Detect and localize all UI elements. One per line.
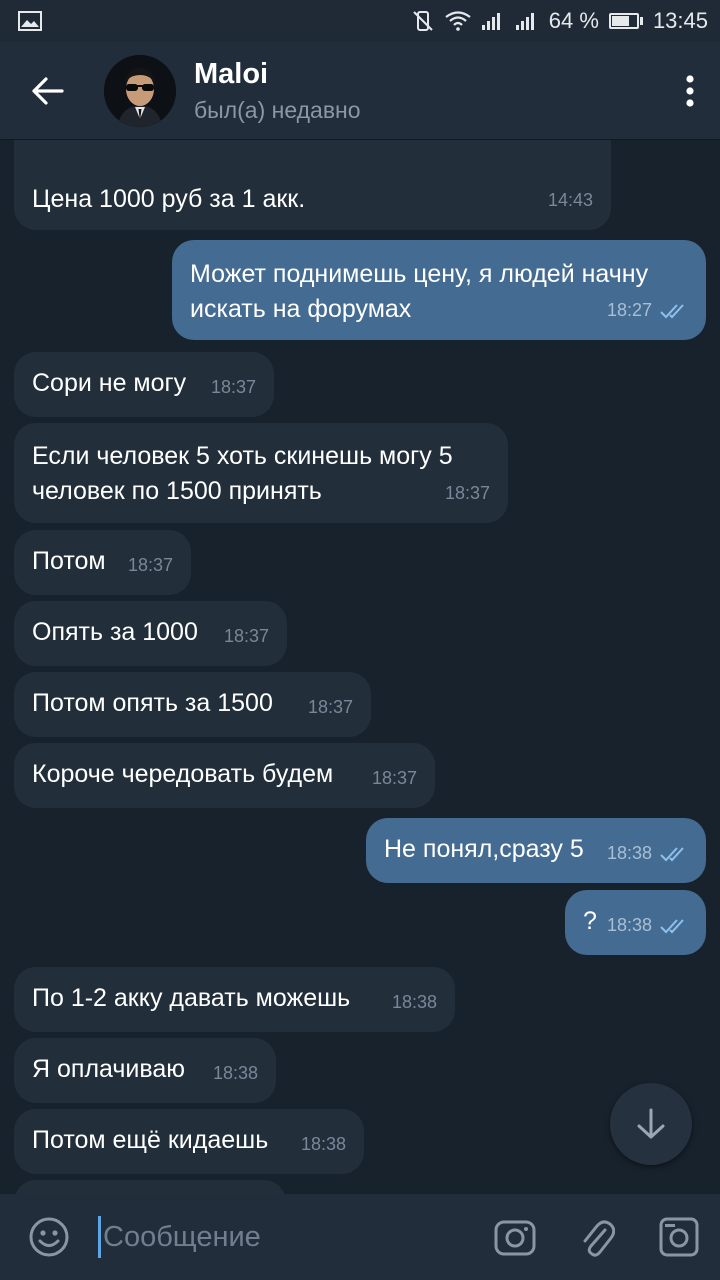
- message-bubble[interactable]: Потом 18:37: [14, 530, 191, 595]
- scroll-down-button[interactable]: [610, 1083, 692, 1165]
- message-time: 18:37: [210, 377, 256, 397]
- message-time: 18:37: [371, 768, 417, 788]
- chat-status: был(а) недавно: [194, 96, 361, 123]
- message-text: Если человек 5 хоть скинешь могу 5 челов…: [32, 442, 453, 505]
- instant-camera-button[interactable]: [638, 1217, 720, 1257]
- battery-percent: 64 %: [548, 8, 599, 33]
- clock: 13:45: [652, 8, 708, 33]
- image-icon: [18, 11, 42, 31]
- smile-icon: [29, 1217, 69, 1257]
- arrow-down-icon: [637, 1108, 665, 1139]
- message-text: Потом опять за 1500: [32, 689, 273, 717]
- more-menu-button[interactable]: [660, 42, 720, 140]
- message-bubble[interactable]: Потом опять за 1500 18:37: [14, 672, 371, 737]
- message-text: Цена 1000 руб за 1 акк.: [32, 185, 306, 213]
- message-time: 18:38: [391, 992, 437, 1012]
- text-caret: [98, 1216, 101, 1258]
- chat-title-block[interactable]: Maloi был(а) недавно: [194, 58, 660, 124]
- avatar[interactable]: [104, 54, 176, 127]
- more-vertical-icon: [686, 74, 694, 107]
- message-bubble[interactable]: [14, 1180, 286, 1194]
- paperclip-icon: [583, 1220, 615, 1257]
- camera-icon: [494, 1220, 536, 1256]
- message-bubble[interactable]: Потом ещё кидаешь 18:38: [14, 1109, 364, 1174]
- message-bubble[interactable]: Я оплачиваю 18:38: [14, 1038, 276, 1103]
- double-check-icon: [660, 303, 688, 319]
- back-button[interactable]: [0, 42, 96, 140]
- message-time: 18:38: [607, 908, 688, 943]
- double-check-icon: [660, 846, 688, 862]
- arrow-left-icon: [32, 76, 64, 105]
- message-list[interactable]: Цена 1000 руб за 1 акк. 14:43 Может подн…: [0, 140, 720, 1194]
- message-bubble[interactable]: Может поднимешь цену, я людей начну иска…: [172, 240, 706, 340]
- camera-button[interactable]: [474, 1217, 556, 1257]
- message-composer: [0, 1194, 720, 1280]
- emoji-button[interactable]: [0, 1216, 98, 1258]
- message-time: 18:38: [300, 1134, 346, 1154]
- message-time: 18:38: [607, 836, 688, 871]
- battery-icon: [608, 13, 643, 29]
- message-bubble[interactable]: ? 18:38: [565, 890, 706, 955]
- message-input-wrap[interactable]: [98, 1194, 474, 1280]
- signal-icon: [515, 11, 539, 31]
- attach-button[interactable]: [556, 1216, 638, 1258]
- vibrate-off-icon: [411, 9, 435, 33]
- message-time: 18:37: [307, 697, 353, 717]
- chat-name: Maloi: [194, 57, 269, 90]
- message-bubble[interactable]: Цена 1000 руб за 1 акк. 14:43: [14, 140, 611, 230]
- double-check-icon: [660, 918, 688, 934]
- message-text: [32, 1180, 268, 1194]
- instant-camera-icon: [659, 1217, 699, 1257]
- message-input[interactable]: [103, 1220, 463, 1254]
- message-bubble[interactable]: Если человек 5 хоть скинешь могу 5 челов…: [14, 423, 508, 523]
- message-time: 18:27: [607, 293, 688, 328]
- message-text: Потом ещё кидаешь: [32, 1126, 269, 1154]
- wifi-icon: [445, 11, 471, 31]
- message-bubble[interactable]: Сори не могу 18:37: [14, 352, 274, 417]
- message-bubble[interactable]: Не понял,сразу 5 18:38: [366, 818, 706, 883]
- message-bubble[interactable]: Короче чередовать будем 18:37: [14, 743, 435, 808]
- status-bar: 64 % 13:45: [0, 0, 720, 42]
- message-text: По 1-2 акку давать можешь: [32, 984, 351, 1012]
- message-time: 18:38: [212, 1063, 258, 1083]
- message-bubble[interactable]: Опять за 1000 18:37: [14, 601, 287, 666]
- signal-icon: [481, 11, 505, 31]
- message-time: 18:37: [444, 483, 490, 503]
- message-text: Короче чередовать будем: [32, 760, 334, 788]
- message-time: 18:37: [223, 626, 269, 646]
- message-time: 14:43: [547, 190, 593, 210]
- status-bar-right: 64 % 13:45: [411, 8, 708, 34]
- message-bubble[interactable]: По 1-2 акку давать можешь 18:38: [14, 967, 455, 1032]
- message-time: 18:37: [127, 555, 173, 575]
- chat-header: Maloi был(а) недавно: [0, 42, 720, 140]
